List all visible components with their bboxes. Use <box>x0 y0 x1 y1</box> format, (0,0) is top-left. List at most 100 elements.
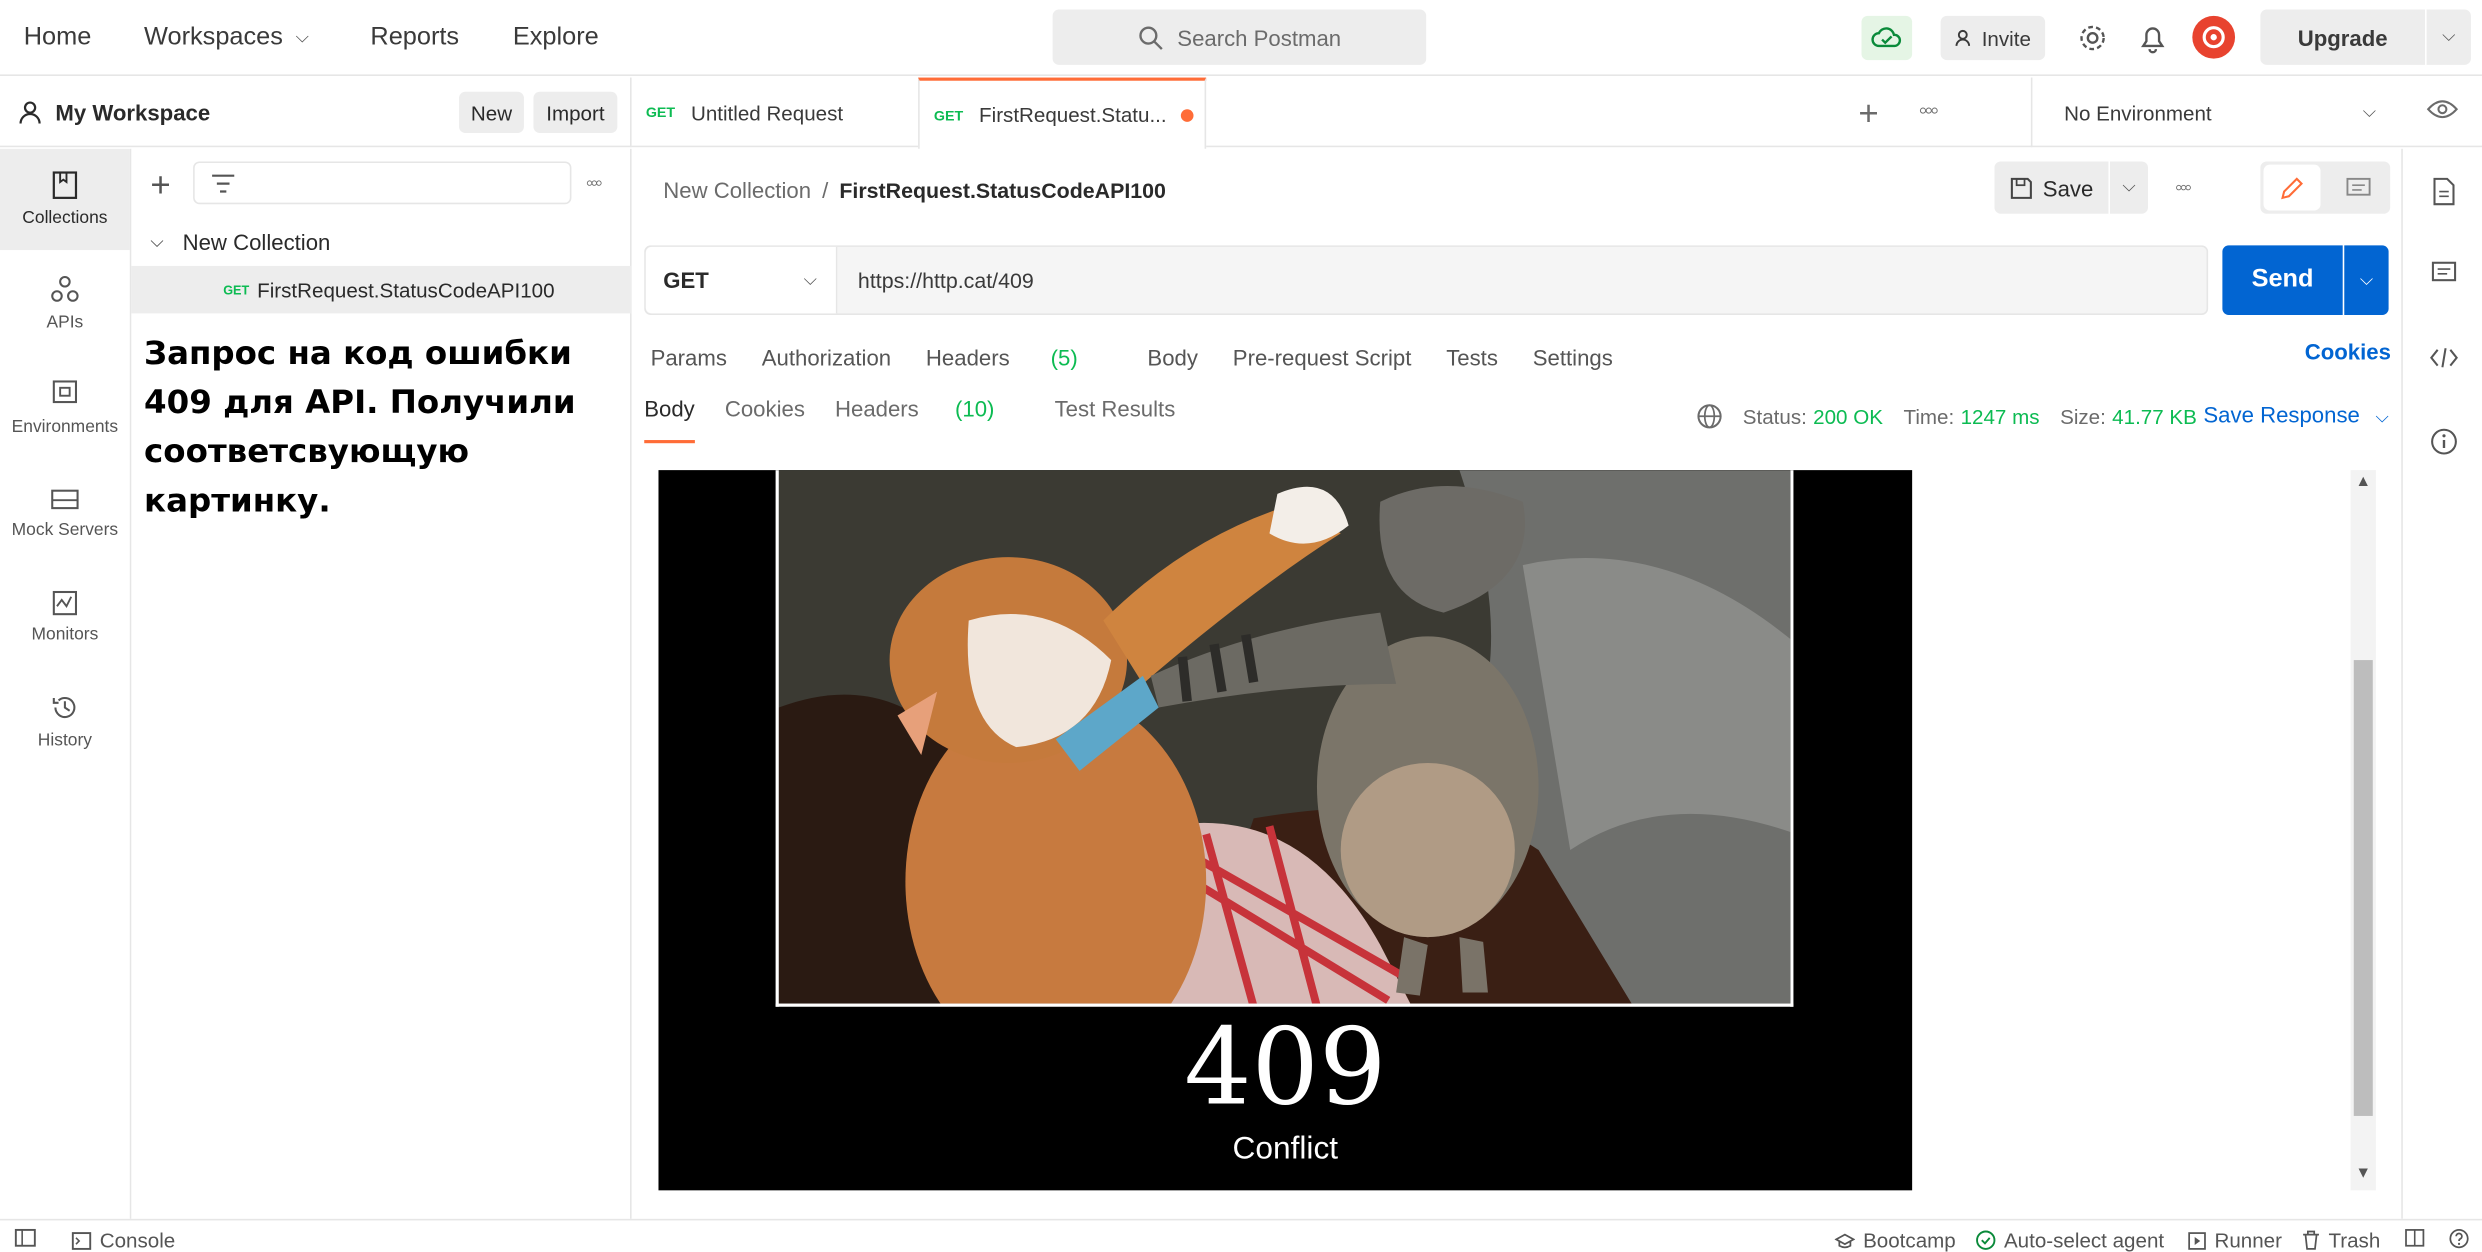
url-input[interactable]: https://http.cat/409 <box>839 247 2207 313</box>
help-button[interactable] <box>2449 1228 2477 1249</box>
send-button[interactable]: Send <box>2222 245 2343 315</box>
time-value[interactable]: 1247 ms <box>1961 404 2040 428</box>
save-response-label: Save Response <box>2203 402 2360 428</box>
globe-icon <box>1697 404 1722 429</box>
bootcamp-button[interactable]: Bootcamp <box>1834 1228 1956 1252</box>
comment-mode-button[interactable] <box>2330 165 2387 211</box>
breadcrumb-current[interactable]: FirstRequest.StatusCodeAPI100 <box>839 178 1166 202</box>
new-label: New <box>470 100 513 125</box>
info-button[interactable] <box>2427 424 2462 459</box>
import-button[interactable]: Import <box>533 91 618 133</box>
monitor-icon <box>52 590 78 616</box>
save-button[interactable]: Save <box>1994 161 2109 214</box>
rail-label: History <box>37 731 92 751</box>
tab-params[interactable]: Params <box>651 345 727 370</box>
tab-prerequest-script[interactable]: Pre-request Script <box>1233 345 1412 370</box>
avatar[interactable] <box>2192 15 2236 59</box>
upgrade-menu-button[interactable]: ⌵ <box>2426 9 2471 65</box>
workspace-name[interactable]: My Workspace <box>19 78 210 148</box>
document-icon <box>2433 177 2455 206</box>
comment-icon <box>2431 261 2457 282</box>
request-item[interactable]: GET FirstRequest.StatusCodeAPI100 <box>131 265 632 314</box>
trash-button[interactable]: Trash <box>2302 1228 2380 1252</box>
sidebar-item-collections[interactable]: Collections <box>0 148 130 251</box>
response-tab-test-results[interactable]: Test Results <box>1055 396 1176 443</box>
request-more-button[interactable]: ◦◦◦ <box>2175 174 2192 199</box>
nav-home[interactable]: Home <box>24 0 92 76</box>
tab-body[interactable]: Body <box>1147 345 1198 370</box>
tab-first-request[interactable]: GET FirstRequest.Statu... <box>918 77 1207 149</box>
collections-icon <box>52 171 78 199</box>
trash-icon <box>2303 1230 2319 1250</box>
nav-reports[interactable]: Reports <box>370 0 459 76</box>
nav-home-label: Home <box>23 23 92 51</box>
tab-untitled-request[interactable]: GET Untitled Request <box>632 78 919 148</box>
eye-icon <box>2426 100 2459 119</box>
send-menu-button[interactable]: ⌵ <box>2344 245 2389 315</box>
documentation-button[interactable] <box>2427 174 2462 209</box>
method-label: GET <box>663 267 709 293</box>
settings-button[interactable] <box>2074 19 2112 57</box>
tab-settings[interactable]: Settings <box>1533 345 1613 370</box>
rail-label: APIs <box>46 313 84 333</box>
response-tab-headers[interactable]: Headers (10) <box>835 396 1025 443</box>
tab-more-button[interactable]: ◦◦◦ <box>1918 98 1939 126</box>
sidebar-item-monitors[interactable]: Monitors <box>0 567 130 668</box>
edit-mode-button[interactable] <box>2263 164 2321 211</box>
breadcrumb-parent[interactable]: New Collection <box>663 177 811 202</box>
response-tab-body[interactable]: Body <box>644 396 695 444</box>
code-button[interactable] <box>2427 340 2462 375</box>
tab-tests[interactable]: Tests <box>1446 345 1498 370</box>
nav-workspaces[interactable]: Workspaces ⌵ <box>144 0 309 76</box>
chevron-down-icon: ⌵ <box>295 27 309 47</box>
console-label: Console <box>99 1228 176 1252</box>
invite-button[interactable]: Invite <box>1940 15 2046 61</box>
collections-sidebar: + ◦◦◦ ⌵ New Collection GET FirstRequest.… <box>131 148 632 1219</box>
new-tab-button[interactable]: + <box>1858 93 1878 134</box>
save-response-button[interactable]: Save Response ⌵ <box>2203 402 2388 429</box>
sidebar-more-button[interactable]: ◦◦◦ <box>586 169 603 194</box>
scrollbar-thumb[interactable] <box>2353 660 2373 1116</box>
scroll-up-icon[interactable]: ▲ <box>2355 473 2371 490</box>
runner-label: Runner <box>2214 1228 2282 1252</box>
workspace-header: My Workspace New Import <box>0 77 632 148</box>
tab-headers[interactable]: Headers (5) <box>926 345 1113 370</box>
filter-input[interactable] <box>193 161 572 205</box>
notifications-button[interactable] <box>2134 19 2172 57</box>
sidebar-item-mock-servers[interactable]: Mock Servers <box>0 462 130 563</box>
environment-quick-look-button[interactable] <box>2426 97 2459 130</box>
response-meta: Status: 200 OK Time: 1247 ms Size: 41.77 KB <box>1695 400 2217 432</box>
new-button[interactable]: New <box>459 91 524 133</box>
nav-explore[interactable]: Explore <box>513 0 599 76</box>
save-menu-button[interactable]: ⌵ <box>2110 161 2148 214</box>
cookies-link[interactable]: Cookies <box>2305 339 2391 364</box>
tab-method: GET <box>933 106 964 123</box>
toggle-sidebar-button[interactable] <box>14 1228 44 1247</box>
add-collection-button[interactable]: + <box>150 165 170 206</box>
chevron-down-icon: ⌵ <box>2362 102 2376 122</box>
sync-status-button[interactable] <box>1861 15 1913 61</box>
environment-select[interactable]: No Environment ⌵ <box>2030 77 2405 148</box>
collection-item[interactable]: ⌵ New Collection <box>150 223 330 261</box>
response-tab-cookies[interactable]: Cookies <box>725 396 805 443</box>
two-pane-button[interactable] <box>2404 1228 2432 1247</box>
method-select[interactable]: GET ⌵ <box>645 246 838 314</box>
sidebar-rail: Collections APIs Environments Mock Serve… <box>0 148 132 1219</box>
tab-authorization[interactable]: Authorization <box>762 345 891 370</box>
sidebar-item-environments[interactable]: Environments <box>0 358 130 459</box>
invite-label: Invite <box>1981 26 2031 50</box>
upgrade-button[interactable]: Upgrade <box>2260 9 2426 65</box>
scroll-down-icon[interactable]: ▼ <box>2355 1165 2371 1182</box>
response-image: 409 Conflict <box>658 470 1913 1191</box>
search-input[interactable]: Search Postman <box>1052 9 1427 65</box>
status-value[interactable]: 200 OK <box>1813 404 1883 428</box>
agent-select-button[interactable]: Auto-select agent <box>1975 1228 2164 1252</box>
sidebar-item-apis[interactable]: APIs <box>0 253 130 354</box>
response-scrollbar[interactable]: ▲ ▼ <box>2350 470 2376 1191</box>
comments-button[interactable] <box>2427 256 2462 291</box>
size-value[interactable]: 41.77 KB <box>2112 404 2197 428</box>
runner-button[interactable]: Runner <box>2188 1228 2282 1252</box>
sidebar-item-history[interactable]: History <box>0 671 130 772</box>
console-button[interactable]: Console <box>71 1228 175 1252</box>
image-code-text: 409 <box>1184 1005 1387 1129</box>
